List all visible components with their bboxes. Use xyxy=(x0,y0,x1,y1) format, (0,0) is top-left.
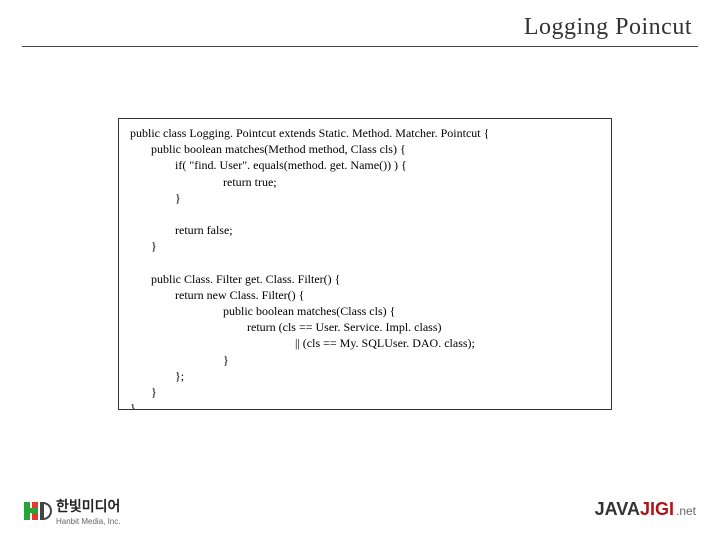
page-title: Logging Poincut xyxy=(524,14,692,41)
code-line: } xyxy=(127,385,157,399)
code-line: } xyxy=(127,353,229,367)
code-line: public boolean matches(Method method, Cl… xyxy=(127,142,406,156)
code-line: return new Class. Filter() { xyxy=(127,288,304,302)
code-line: }; xyxy=(127,369,184,383)
code-line: return (cls == User. Service. Impl. clas… xyxy=(127,320,441,334)
code-line: || (cls == My. SQLUser. DAO. class); xyxy=(127,336,475,350)
code-line: } xyxy=(127,239,157,253)
publisher-sub: Hanbit Media, Inc. xyxy=(56,517,120,526)
code-line: if( "find. User". equals(method. get. Na… xyxy=(127,158,407,172)
site-logo: JAVAJIGI.net xyxy=(595,499,696,520)
site-logo-part1: JAVA xyxy=(595,499,640,519)
code-block: public class Logging. Pointcut extends S… xyxy=(118,118,612,410)
title-divider xyxy=(22,46,698,47)
hanbit-mark-icon xyxy=(24,502,52,520)
publisher-name: 한빛미디어 xyxy=(56,498,120,514)
code-line: } xyxy=(127,401,136,410)
code-line: return true; xyxy=(127,175,277,189)
code-line: public Class. Filter get. Class. Filter(… xyxy=(127,272,340,286)
publisher-logo: 한빛미디어 Hanbit Media, Inc. xyxy=(24,496,120,526)
footer: 한빛미디어 Hanbit Media, Inc. JAVAJIGI.net xyxy=(24,486,696,526)
code-line: public class Logging. Pointcut extends S… xyxy=(127,126,489,140)
code-line: } xyxy=(127,191,181,205)
code-line: public boolean matches(Class cls) { xyxy=(127,304,395,318)
code-line: return false; xyxy=(127,223,233,237)
site-logo-part2: JIGI xyxy=(640,499,674,519)
site-logo-suffix: .net xyxy=(676,504,696,518)
